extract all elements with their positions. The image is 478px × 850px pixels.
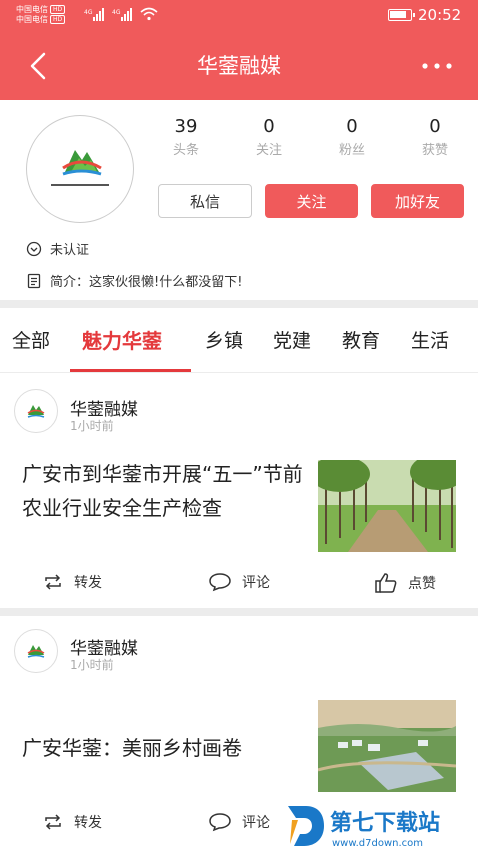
watermark-name: 第七下载站 bbox=[330, 810, 440, 836]
section-divider bbox=[0, 300, 478, 308]
stat-likes[interactable]: 0 获赞 bbox=[405, 115, 465, 161]
hd-badge-2: HD bbox=[50, 15, 66, 24]
stat-value: 0 bbox=[346, 116, 358, 137]
more-dots-icon[interactable] bbox=[418, 54, 456, 78]
category-tabs: 全部 魅力华蓥 乡镇 党建 教育 生活 bbox=[0, 310, 478, 372]
card-avatar[interactable] bbox=[14, 389, 58, 433]
comment-label: 评论 bbox=[242, 575, 270, 591]
huaying-logo-icon bbox=[27, 645, 45, 658]
comment-icon bbox=[209, 813, 231, 832]
repost-button[interactable]: 转发 bbox=[42, 572, 102, 592]
article-thumbnail bbox=[318, 460, 456, 552]
carrier-1: 中国电信 HD bbox=[16, 5, 66, 15]
battery-icon bbox=[388, 9, 415, 21]
repost-label: 转发 bbox=[74, 575, 102, 591]
article-title[interactable]: 广安华蓥：美丽乡村画卷 bbox=[22, 731, 306, 765]
stat-followers[interactable]: 0 粉丝 bbox=[322, 115, 382, 161]
card-time: 1小时前 bbox=[70, 658, 114, 672]
carrier-2: 中国电信 HD bbox=[16, 15, 66, 25]
d7-logo-icon: 第七下载站 www.d7down.com bbox=[288, 806, 440, 849]
hd-badge-1: HD bbox=[50, 5, 66, 14]
comment-icon bbox=[209, 573, 231, 592]
stat-value: 0 bbox=[429, 116, 441, 137]
stat-label: 获赞 bbox=[421, 143, 448, 158]
tab-charm-huaying[interactable]: 魅力华蓥 bbox=[82, 310, 162, 372]
add-friend-button[interactable]: 加好友 bbox=[371, 184, 464, 218]
verification-status: 未认证 bbox=[26, 239, 89, 258]
status-bar: 中国电信 HD 中国电信 HD 4G 4G 20:52 bbox=[0, 0, 478, 30]
stat-label: 关注 bbox=[255, 143, 282, 158]
stat-value: 0 bbox=[263, 116, 275, 137]
tab-education[interactable]: 教育 bbox=[342, 310, 380, 372]
card-time: 1小时前 bbox=[70, 419, 114, 433]
verification-label: 未认证 bbox=[50, 243, 90, 258]
carrier-2-label: 中国电信 bbox=[16, 15, 48, 24]
tab-life[interactable]: 生活 bbox=[411, 310, 449, 372]
stat-value: 39 bbox=[174, 116, 198, 137]
huaying-logo-icon bbox=[51, 150, 109, 186]
village-aerial-photo[interactable] bbox=[318, 700, 456, 792]
stat-headlines[interactable]: 39 头条 bbox=[156, 115, 216, 161]
follow-button[interactable]: 关注 bbox=[265, 184, 358, 218]
watermark-url: www.d7down.com bbox=[332, 838, 423, 849]
repost-icon bbox=[45, 814, 61, 830]
stat-following[interactable]: 0 关注 bbox=[239, 115, 299, 161]
thumbs-up-icon bbox=[375, 573, 397, 593]
tabs-divider bbox=[0, 372, 478, 373]
article-thumbnail bbox=[318, 700, 456, 792]
tab-towns[interactable]: 乡镇 bbox=[205, 310, 243, 372]
tree-road-photo[interactable] bbox=[318, 460, 456, 552]
signal-icon-1: 4G bbox=[84, 8, 104, 21]
message-button[interactable]: 私信 bbox=[158, 184, 252, 218]
comment-button[interactable]: 评论 bbox=[208, 572, 270, 592]
repost-icon bbox=[45, 574, 61, 590]
tab-party-building[interactable]: 党建 bbox=[273, 310, 311, 372]
huaying-logo-icon bbox=[27, 405, 45, 418]
repost-button[interactable]: 转发 bbox=[42, 812, 102, 832]
wifi-icon bbox=[140, 7, 158, 21]
like-button[interactable]: 点赞 bbox=[374, 572, 436, 594]
repost-label: 转发 bbox=[74, 815, 102, 831]
page-title: 华蓥融媒 bbox=[197, 54, 281, 78]
profile-intro: 简介：这家伙很懒!什么都没留下! bbox=[26, 271, 242, 290]
comment-button[interactable]: 评论 bbox=[208, 812, 270, 832]
network-type-1: 4G bbox=[84, 9, 93, 16]
app-header: 中国电信 HD 中国电信 HD 4G 4G 20:52 华蓥融媒 bbox=[0, 0, 478, 100]
card-avatar[interactable] bbox=[14, 629, 58, 673]
like-label: 点赞 bbox=[408, 576, 436, 592]
stat-label: 头条 bbox=[172, 143, 199, 158]
status-time: 20:52 bbox=[418, 6, 462, 24]
signal-icon-2: 4G bbox=[112, 8, 132, 21]
watermark-logo: 第七下载站 www.d7down.com bbox=[284, 800, 478, 850]
carrier-1-label: 中国电信 bbox=[16, 5, 48, 14]
document-icon bbox=[27, 273, 41, 288]
card-divider bbox=[0, 608, 478, 616]
tab-all[interactable]: 全部 bbox=[12, 310, 50, 372]
stat-label: 粉丝 bbox=[338, 143, 365, 158]
comment-label: 评论 bbox=[242, 815, 270, 831]
network-type-2: 4G bbox=[112, 9, 121, 16]
profile-avatar[interactable] bbox=[26, 115, 134, 223]
intro-text: 简介：这家伙很懒!什么都没留下! bbox=[50, 275, 243, 290]
article-title[interactable]: 广安市到华蓥市开展“五一”节前农业行业安全生产检查 bbox=[22, 457, 306, 525]
verify-icon bbox=[26, 241, 42, 256]
